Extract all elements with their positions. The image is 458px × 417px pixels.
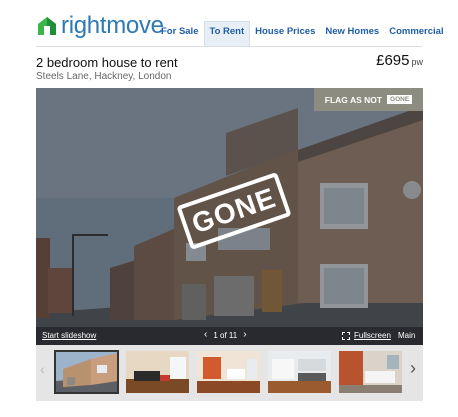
main-nav: For Sale To Rent House Prices New Homes … [156,21,449,47]
fullscreen-icon [342,331,350,340]
flag-badge: GONE [387,95,413,104]
nav-house-prices[interactable]: House Prices [250,21,320,47]
thumb-bathroom[interactable] [339,351,402,393]
thumb-kitchen[interactable] [268,351,331,393]
photo-controls: Start slideshow ‹ 1 of 11 › Fullscreen M… [36,327,423,345]
site-header: rightmove For Sale To Rent House Prices … [0,0,458,48]
photo-counter: 1 of 11 [213,330,238,340]
nav-new-homes[interactable]: New Homes [320,21,384,47]
house-logo-icon [38,17,56,35]
price-unit: pw [411,57,423,67]
thumb-living-room[interactable] [126,351,189,393]
thumb-exterior[interactable] [54,350,119,394]
chevron-left-icon[interactable]: ‹ [204,330,207,340]
price-amount: £695 [376,52,410,69]
main-photo-label[interactable]: Main [398,331,415,340]
listing-title: 2 bedroom house to rent [36,55,178,70]
logo[interactable]: rightmove [36,13,164,39]
listing-address: Steels Lane, Hackney, London [36,71,172,82]
main-photo[interactable]: FLAG AS NOT GONE GONE Start slideshow ‹ … [36,88,423,345]
nav-commercial[interactable]: Commercial [384,21,448,47]
logo-wordmark: rightmove [61,12,164,39]
nav-for-sale[interactable]: For Sale [156,21,204,47]
chevron-right-icon[interactable]: › [243,330,246,340]
listing-price: £695 pw [376,52,423,69]
fullscreen-button[interactable]: Fullscreen [342,331,391,340]
thumbs-prev-icon[interactable]: ‹ [40,361,48,377]
thumbnail-strip: ‹ › [36,345,423,401]
start-slideshow-link[interactable]: Start slideshow [42,331,96,340]
photo-pager: ‹ 1 of 11 › [204,330,247,340]
flag-as-not-gone-button[interactable]: FLAG AS NOT GONE [314,88,423,111]
header-divider [36,46,422,47]
thumb-kitchen-dining[interactable] [197,351,260,393]
chevron-right-icon[interactable]: › [410,358,416,379]
fullscreen-label: Fullscreen [354,331,391,340]
nav-to-rent[interactable]: To Rent [203,21,251,47]
flag-label: FLAG AS NOT [324,94,383,105]
